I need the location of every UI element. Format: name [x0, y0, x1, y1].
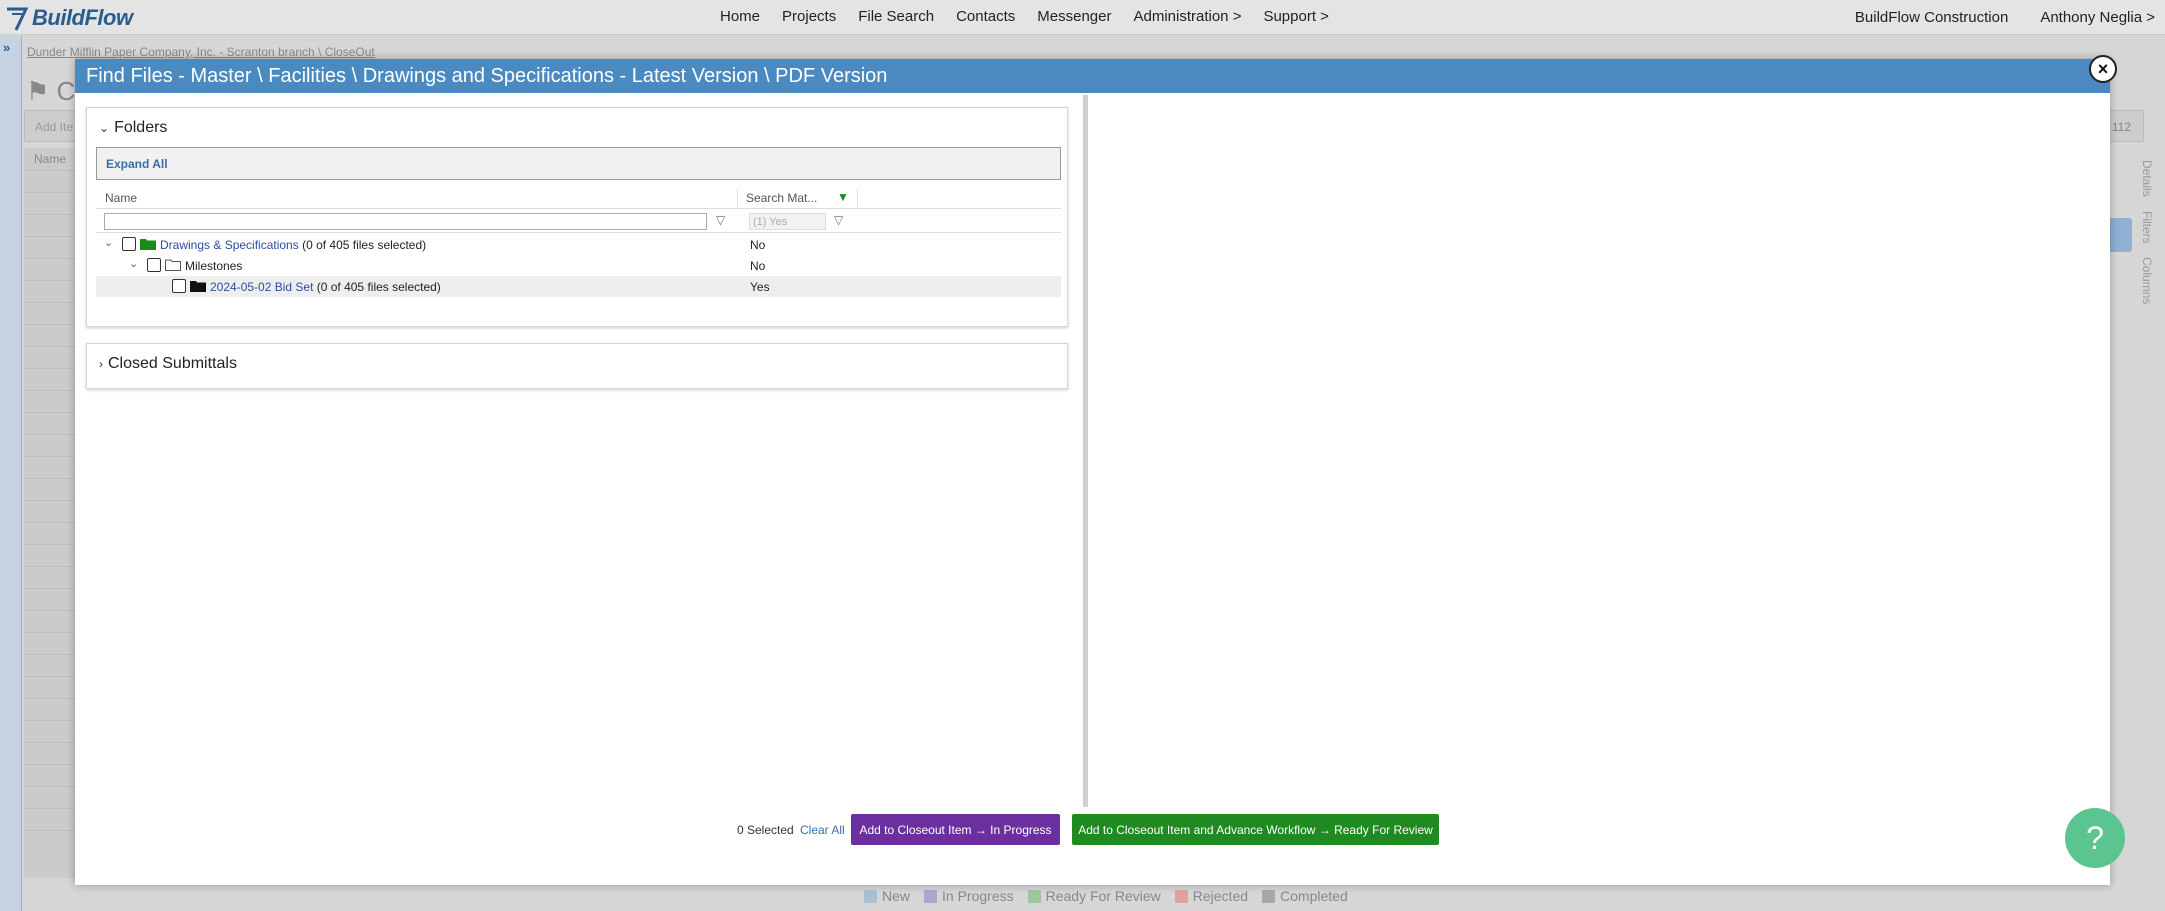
name-filter-input[interactable]	[104, 213, 707, 230]
folders-panel-toggle[interactable]: ⌄ Folders	[99, 119, 167, 137]
closed-submittals-panel: › Closed Submittals	[86, 343, 1068, 389]
find-files-modal: Find Files - Master \ Facilities \ Drawi…	[75, 59, 2110, 885]
company-menu[interactable]: BuildFlow Construction	[1855, 9, 2008, 26]
selected-count: 0 Selected	[737, 823, 794, 837]
expand-sidebar-icon[interactable]: »	[3, 40, 10, 55]
legend-swatch	[1027, 889, 1041, 903]
column-header-search-match[interactable]: Search Mat...	[746, 191, 817, 205]
nav-support[interactable]: Support >	[1263, 8, 1328, 25]
legend-swatch	[924, 889, 938, 903]
nav-messenger[interactable]: Messenger	[1037, 8, 1111, 25]
pane-splitter[interactable]	[1083, 95, 1088, 807]
closed-submittals-heading: Closed Submittals	[108, 355, 237, 372]
row-checkbox[interactable]	[122, 237, 136, 251]
tree-filter-row: ▽ (1) Yes ▽	[96, 209, 1061, 233]
tab-details[interactable]: Details	[2140, 160, 2154, 197]
chevron-down-icon: ⌄	[99, 121, 110, 135]
column-header-name[interactable]: Name	[105, 191, 137, 205]
chevron-down-icon[interactable]: ⌄	[104, 236, 113, 249]
clear-all-link[interactable]: Clear All	[800, 823, 845, 837]
user-menu[interactable]: Anthony Neglia >	[2040, 9, 2155, 26]
page-title: ⚑ C	[26, 76, 76, 106]
logo-text: BuildFlow	[32, 5, 133, 30]
tree-row[interactable]: 2024-05-02 Bid Set (0 of 405 files selec…	[96, 276, 1061, 297]
nav-projects[interactable]: Projects	[782, 8, 836, 25]
logo-mark-icon	[7, 7, 29, 31]
buildflow-logo[interactable]: BuildFlow	[4, 4, 133, 32]
nav-home[interactable]: Home	[720, 8, 760, 25]
legend-swatch	[1262, 889, 1276, 903]
flag-icon: ⚑	[26, 76, 50, 106]
search-match-value: No	[750, 259, 766, 273]
search-match-value: No	[750, 238, 766, 252]
folders-panel: ⌄ Folders Expand All Name Search Mat... …	[86, 107, 1068, 327]
legend-ready-for-review: Ready For Review	[1027, 888, 1161, 904]
legend-new: New	[864, 888, 910, 904]
help-button[interactable]: ?	[2065, 808, 2125, 868]
nav-right: BuildFlow Construction Anthony Neglia >	[1823, 9, 2155, 26]
add-ready-for-review-button[interactable]: Add to Closeout Item and Advance Workflo…	[1072, 814, 1439, 845]
add-in-progress-button[interactable]: Add to Closeout Item → In Progress	[851, 814, 1060, 845]
search-match-filter-icon[interactable]: ▽	[834, 213, 843, 227]
main-nav: Home Projects File Search Contacts Messe…	[720, 8, 1351, 25]
active-filter-icon[interactable]: ▼	[837, 190, 849, 204]
nav-administration[interactable]: Administration >	[1133, 8, 1241, 25]
tree-row[interactable]: ⌄ Milestones No	[96, 255, 1061, 276]
status-legend: New In Progress Ready For Review Rejecte…	[864, 888, 1362, 904]
breadcrumb[interactable]: Dunder Mifflin Paper Company, Inc. - Scr…	[27, 45, 375, 59]
folder-icon	[190, 281, 206, 292]
tab-columns[interactable]: Columns	[2140, 257, 2154, 304]
tab-filters[interactable]: Filters	[2140, 211, 2154, 244]
folders-toolbar: Expand All	[96, 147, 1061, 180]
column-divider	[857, 189, 858, 207]
grid-name-header: Name	[34, 152, 67, 166]
folder-icon	[140, 239, 156, 250]
chevron-right-icon: ›	[99, 357, 103, 371]
legend-in-progress: In Progress	[924, 888, 1014, 904]
add-item-button[interactable]: Add Ite	[35, 120, 73, 134]
top-navigation-bar: BuildFlow Home Projects File Search Cont…	[0, 0, 2165, 35]
search-match-value: Yes	[750, 280, 770, 294]
legend-swatch	[1174, 889, 1188, 903]
closed-submittals-toggle[interactable]: › Closed Submittals	[99, 355, 237, 373]
tree-row[interactable]: ⌄ Drawings & Specifications (0 of 405 fi…	[96, 234, 1061, 255]
name-filter-icon[interactable]: ▽	[716, 213, 725, 227]
close-icon[interactable]: ×	[2089, 55, 2117, 83]
row-checkbox[interactable]	[147, 258, 161, 272]
nav-contacts[interactable]: Contacts	[956, 8, 1015, 25]
modal-header: Find Files - Master \ Facilities \ Drawi…	[75, 59, 2110, 93]
folder-outline-icon	[165, 259, 181, 271]
tree-column-headers: Name Search Mat... ▼	[96, 187, 1061, 209]
nav-file-search[interactable]: File Search	[858, 8, 934, 25]
column-divider	[737, 189, 738, 207]
modal-title: Find Files - Master \ Facilities \ Drawi…	[86, 65, 888, 87]
folder-link[interactable]: 2024-05-02 Bid Set	[210, 280, 313, 294]
folders-heading: Folders	[114, 119, 168, 136]
row-checkbox[interactable]	[172, 279, 186, 293]
chevron-down-icon[interactable]: ⌄	[129, 257, 138, 270]
expand-all-button[interactable]: Expand All	[106, 157, 168, 171]
folder-link[interactable]: Drawings & Specifications	[160, 238, 299, 252]
search-match-filter-select[interactable]: (1) Yes	[749, 213, 826, 230]
legend-completed: Completed	[1262, 888, 1348, 904]
legend-rejected: Rejected	[1174, 888, 1248, 904]
legend-swatch	[864, 889, 877, 903]
collapsed-sidebar[interactable]: »	[0, 36, 22, 911]
tree-row-label: Drawings & Specifications (0 of 405 file…	[160, 238, 427, 252]
tree-row-label: Milestones	[185, 259, 243, 273]
modal-footer: 0 Selected Clear All Add to Closeout Ite…	[75, 814, 2110, 846]
side-panel-tabs: Details Filters Columns	[2140, 160, 2165, 350]
tree-row-label: 2024-05-02 Bid Set (0 of 405 files selec…	[210, 280, 441, 294]
